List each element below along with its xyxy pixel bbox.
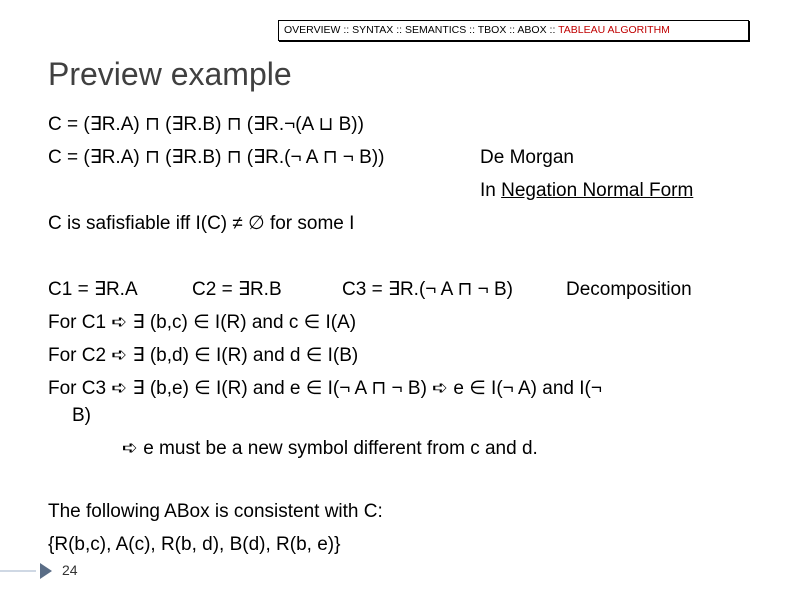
nav-item-overview[interactable]: OVERVIEW	[284, 24, 340, 36]
footer-arrow-icon	[40, 563, 52, 579]
slide-title: Preview example	[48, 56, 292, 92]
nav-separator: ::	[340, 24, 353, 36]
nav-separator: ::	[506, 24, 518, 36]
slide: OVERVIEW :: SYNTAX :: SEMANTICS :: TBOX …	[0, 0, 800, 600]
footer-stripe	[0, 570, 36, 572]
nav-item-tableau-algorithm[interactable]: TABLEAU ALGORITHM	[558, 24, 670, 36]
rule-c2: For C2 ➪ ∃ (b,d) ∈ I(R) and d ∈ I(B)	[48, 345, 359, 366]
abox-assertions: {R(b,c), A(c), R(b, d), B(d), R(b, e)}	[48, 534, 341, 555]
nav-separator: ::	[393, 24, 405, 36]
nav-item-syntax[interactable]: SYNTAX	[352, 24, 393, 36]
rule-c3-continuation: B)	[72, 405, 91, 426]
nav-separator: ::	[466, 24, 478, 36]
de-morgan-note: De Morgan	[480, 147, 574, 168]
nnf-note-prefix: In	[480, 180, 502, 201]
section-nav: OVERVIEW :: SYNTAX :: SEMANTICS :: TBOX …	[278, 20, 749, 41]
nnf-link[interactable]: Negation Normal Form	[501, 180, 693, 201]
nav-item-semantics[interactable]: SEMANTICS	[405, 24, 466, 36]
concept-nnf: C = (∃R.A) ⊓ (∃R.B) ⊓ (∃R.(¬ A ⊓ ¬ B))	[48, 147, 385, 168]
concept-definition: C = (∃R.A) ⊓ (∃R.B) ⊓ (∃R.¬(A ⊔ B))	[48, 114, 364, 135]
nav-item-tbox[interactable]: TBOX	[478, 24, 507, 36]
decomposition-note: Decomposition	[566, 279, 692, 300]
concept-c2: C2 = ∃R.B	[192, 279, 282, 300]
nnf-note: In Negation Normal Form	[480, 179, 693, 203]
concept-c3: C3 = ∃R.(¬ A ⊓ ¬ B)	[342, 279, 513, 300]
nav-item-abox[interactable]: ABOX	[517, 24, 546, 36]
abox-intro: The following ABox is consistent with C:	[48, 501, 383, 522]
rule-c3: For C3 ➪ ∃ (b,e) ∈ I(R) and e ∈ I(¬ A ⊓ …	[48, 378, 602, 399]
concept-c1: C1 = ∃R.A	[48, 279, 138, 300]
nav-separator: ::	[546, 24, 559, 36]
satisfiability-statement: C is safisfiable iff I(C) ≠ ∅ for some I	[48, 213, 355, 234]
rule-c1: For C1 ➪ ∃ (b,c) ∈ I(R) and c ∈ I(A)	[48, 312, 357, 333]
new-symbol-note: ➪ e must be a new symbol different from …	[122, 438, 538, 459]
page-number: 24	[62, 562, 78, 578]
